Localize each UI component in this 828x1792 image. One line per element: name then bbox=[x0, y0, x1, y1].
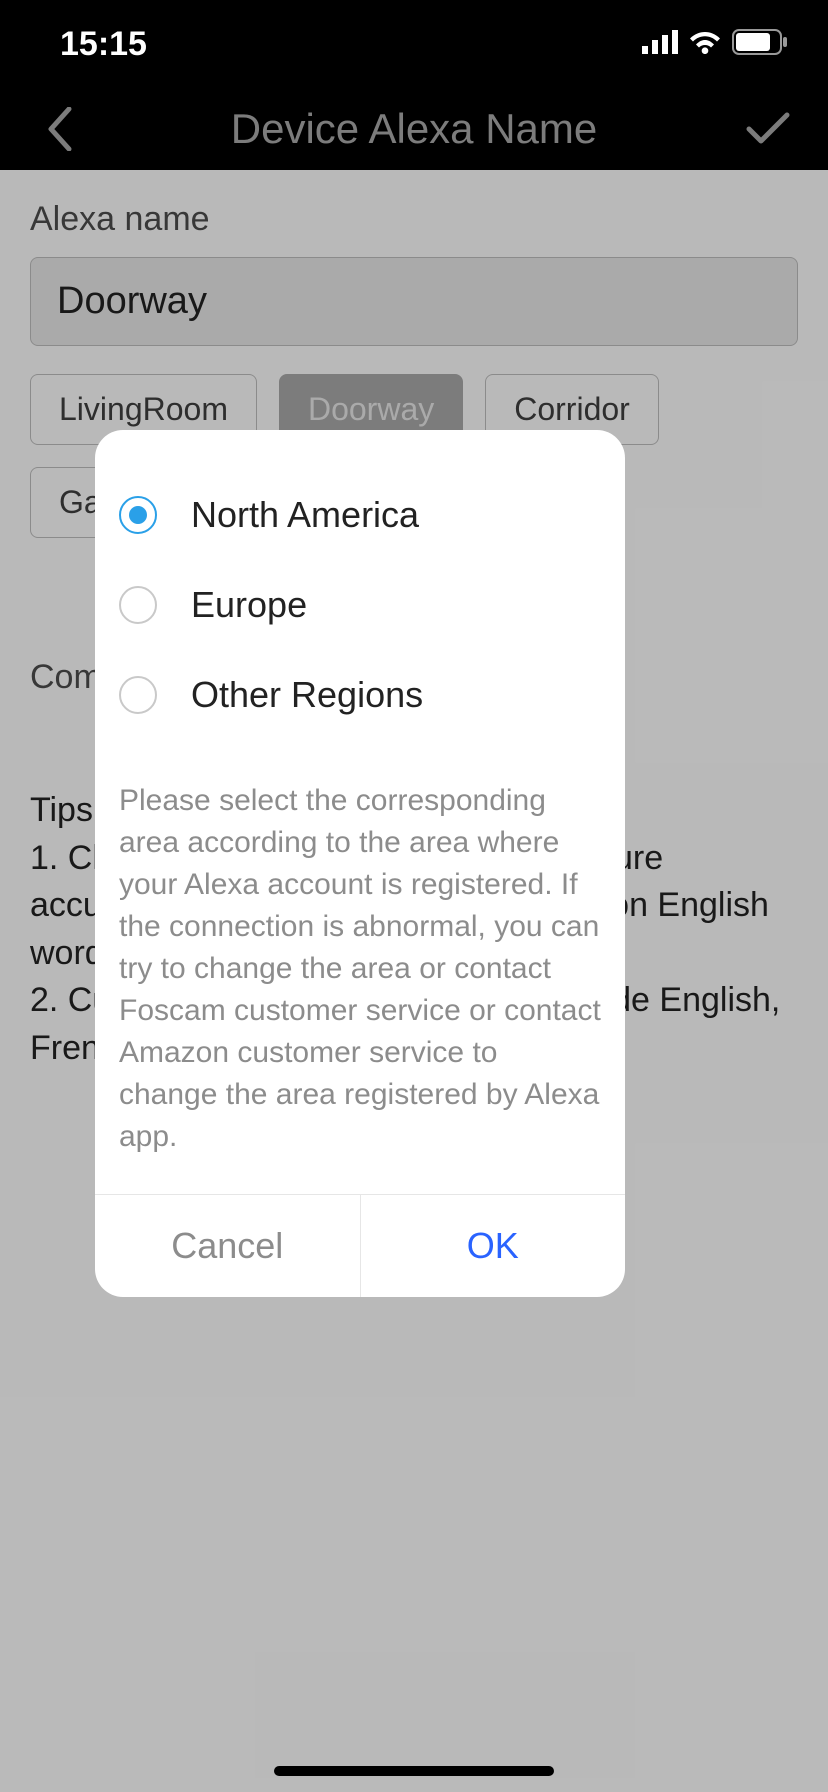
region-options: North America Europe Other Regions bbox=[95, 430, 625, 760]
ok-button[interactable]: OK bbox=[361, 1195, 626, 1297]
radio-icon bbox=[119, 586, 157, 624]
nav-bar: Device Alexa Name bbox=[0, 88, 828, 170]
home-indicator[interactable] bbox=[274, 1766, 554, 1776]
wifi-icon bbox=[688, 30, 722, 59]
option-north-america[interactable]: North America bbox=[119, 470, 601, 560]
status-bar: 15:15 bbox=[0, 0, 828, 88]
radio-icon bbox=[119, 676, 157, 714]
region-modal: North America Europe Other Regions Pleas… bbox=[95, 430, 625, 1297]
battery-icon bbox=[732, 29, 788, 60]
back-button[interactable] bbox=[30, 99, 90, 159]
option-label: Europe bbox=[191, 584, 307, 626]
option-other-regions[interactable]: Other Regions bbox=[119, 650, 601, 740]
option-europe[interactable]: Europe bbox=[119, 560, 601, 650]
status-time: 15:15 bbox=[60, 25, 147, 64]
radio-icon bbox=[119, 496, 157, 534]
option-label: Other Regions bbox=[191, 674, 423, 716]
modal-description: Please select the corresponding area acc… bbox=[95, 760, 625, 1194]
cellular-icon bbox=[642, 30, 678, 59]
modal-buttons: Cancel OK bbox=[95, 1194, 625, 1297]
page-title: Device Alexa Name bbox=[90, 105, 738, 153]
confirm-button[interactable] bbox=[738, 99, 798, 159]
option-label: North America bbox=[191, 494, 419, 536]
status-icons bbox=[642, 29, 788, 60]
cancel-button[interactable]: Cancel bbox=[95, 1195, 361, 1297]
